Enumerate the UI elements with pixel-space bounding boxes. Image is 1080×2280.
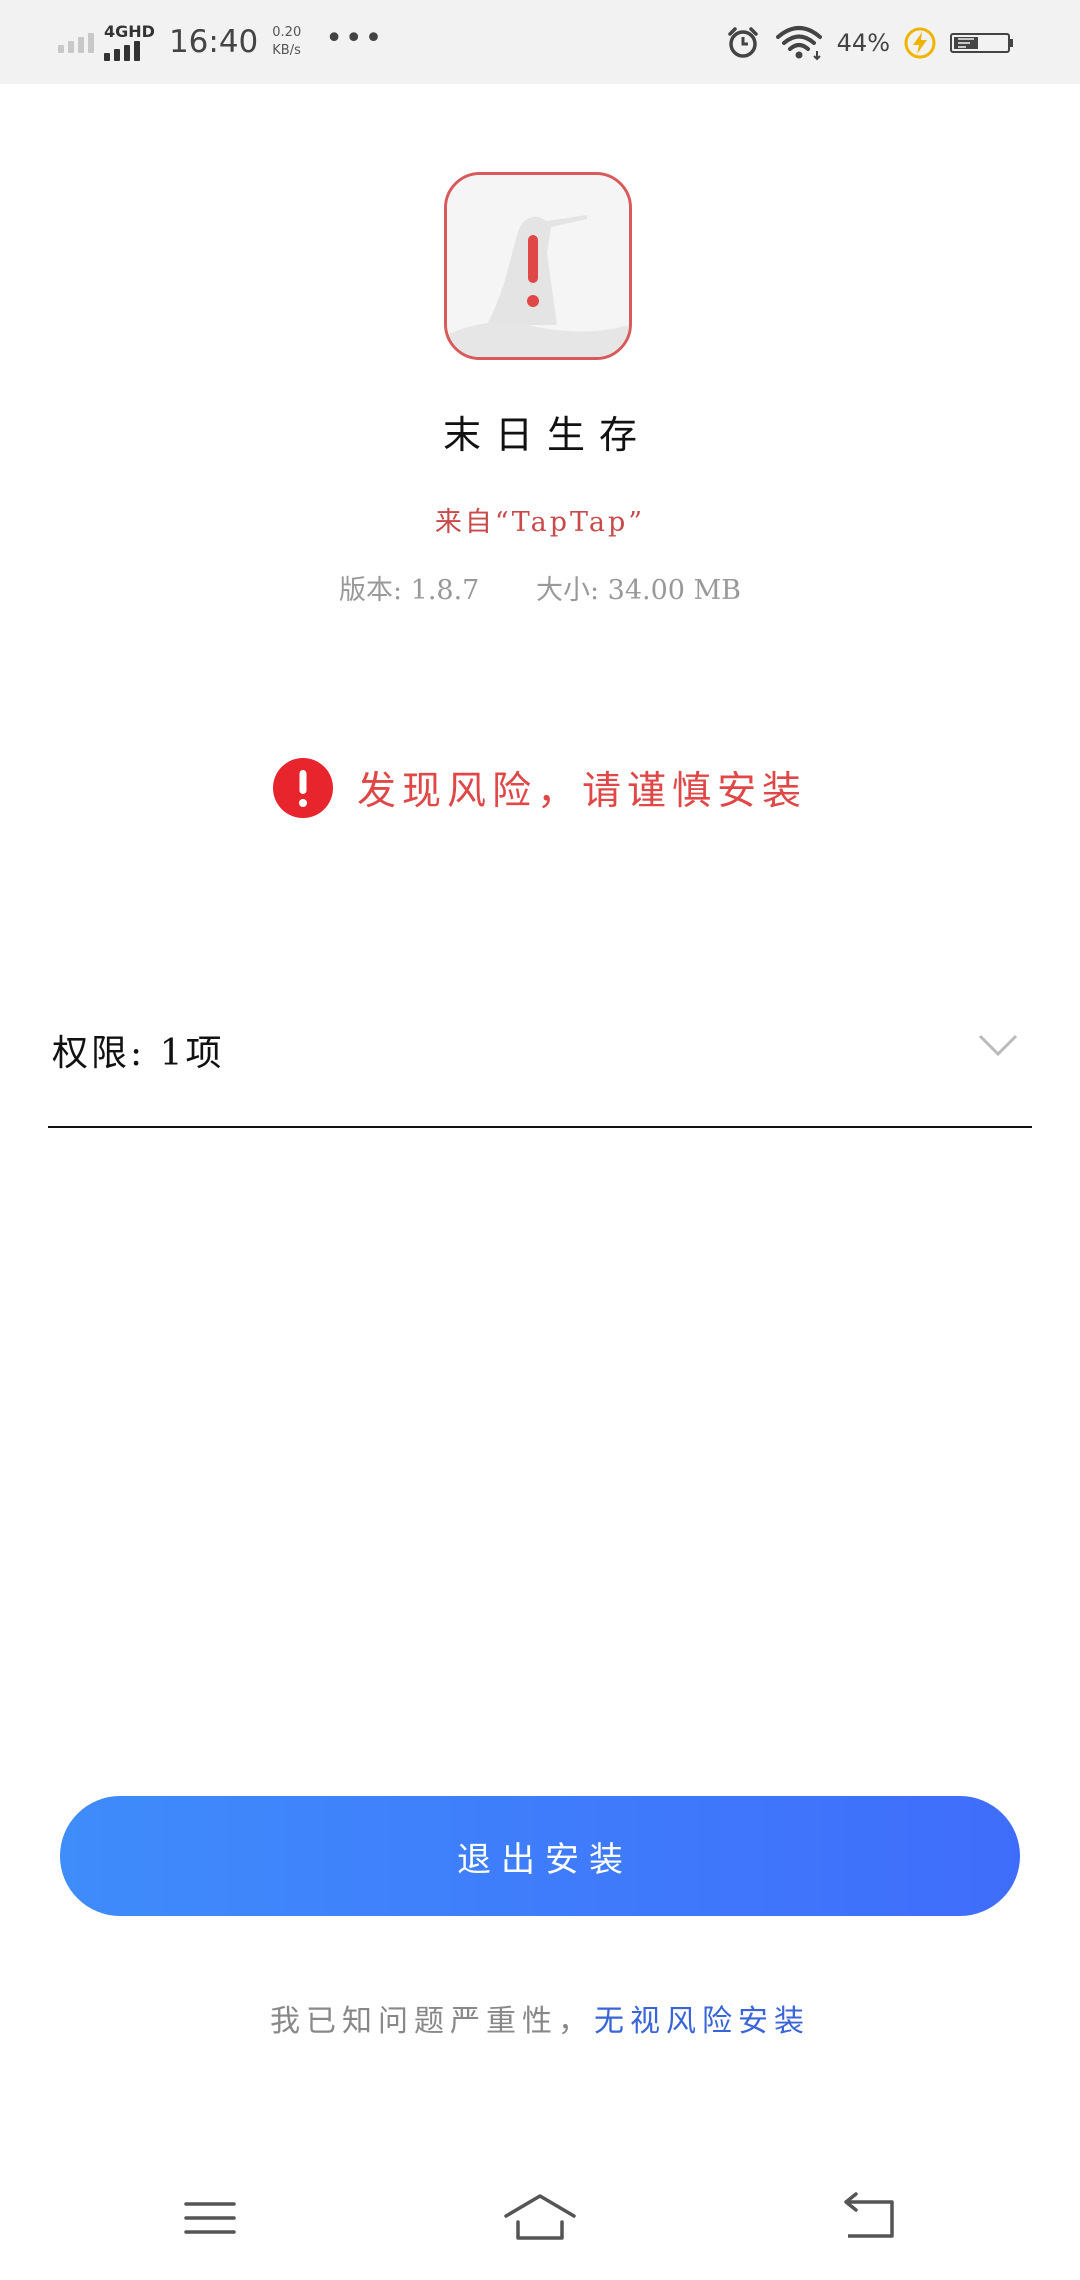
signal-sim2-icon: [104, 40, 140, 61]
navigation-bar: [0, 2180, 1080, 2250]
app-name: 末日生存: [442, 413, 651, 457]
status-left: 4GHD 16:40 0.20 KB/s •••: [58, 18, 384, 66]
app-version: 版本: 1.8.7: [338, 575, 480, 606]
network-speed: 0.20 KB/s: [272, 24, 301, 60]
risk-warning: 发现风险，请谨慎安装: [0, 758, 1080, 818]
network-type: 4GHD: [104, 21, 155, 41]
status-bar: 4GHD 16:40 0.20 KB/s ••• 44%: [0, 0, 1080, 84]
permissions-row[interactable]: 权限: 1项: [48, 1010, 1032, 1128]
home-icon[interactable]: [500, 2188, 580, 2248]
risk-message: 发现风险，请谨慎安装: [356, 769, 807, 814]
status-time: 16:40: [168, 24, 259, 60]
exit-install-button[interactable]: 退出安装: [60, 1796, 1020, 1916]
app-icon: [444, 172, 632, 360]
menu-icon[interactable]: [170, 2188, 250, 2248]
warning-icon: [272, 758, 333, 818]
more-notifications-icon: •••: [325, 20, 385, 56]
charging-icon: [904, 27, 936, 59]
battery-icon: [950, 33, 1013, 53]
status-right: 44%: [725, 22, 1014, 64]
ignore-risk-line: 我已知问题严重性，无视风险安装: [0, 1996, 1080, 2040]
exit-install-label: 退出安装: [457, 1839, 633, 1880]
signal-sim2: 4GHD: [104, 21, 155, 61]
ignore-risk-install-link[interactable]: 无视风险安装: [594, 2004, 810, 2039]
signal-sim1-icon: [58, 31, 94, 53]
back-icon[interactable]: [830, 2188, 910, 2248]
app-source: 来自“TapTap”: [434, 507, 646, 538]
wifi-icon: [775, 26, 822, 61]
network-speed-value: 0.20: [272, 25, 302, 40]
app-size: 大小: 34.00 MB: [535, 575, 742, 606]
app-artwork-icon: [447, 175, 629, 357]
battery-percent: 44%: [836, 29, 890, 57]
permissions-label: 权限: 1项: [52, 1033, 225, 1074]
alarm-icon: [727, 27, 758, 58]
app-info: 版本: 1.8.7 大小: 34.00 MB: [0, 568, 1080, 607]
ignore-risk-prefix: 我已知问题严重性，: [270, 2004, 594, 2039]
network-speed-unit: KB/s: [272, 43, 301, 58]
chevron-down-icon[interactable]: [978, 1034, 1018, 1058]
